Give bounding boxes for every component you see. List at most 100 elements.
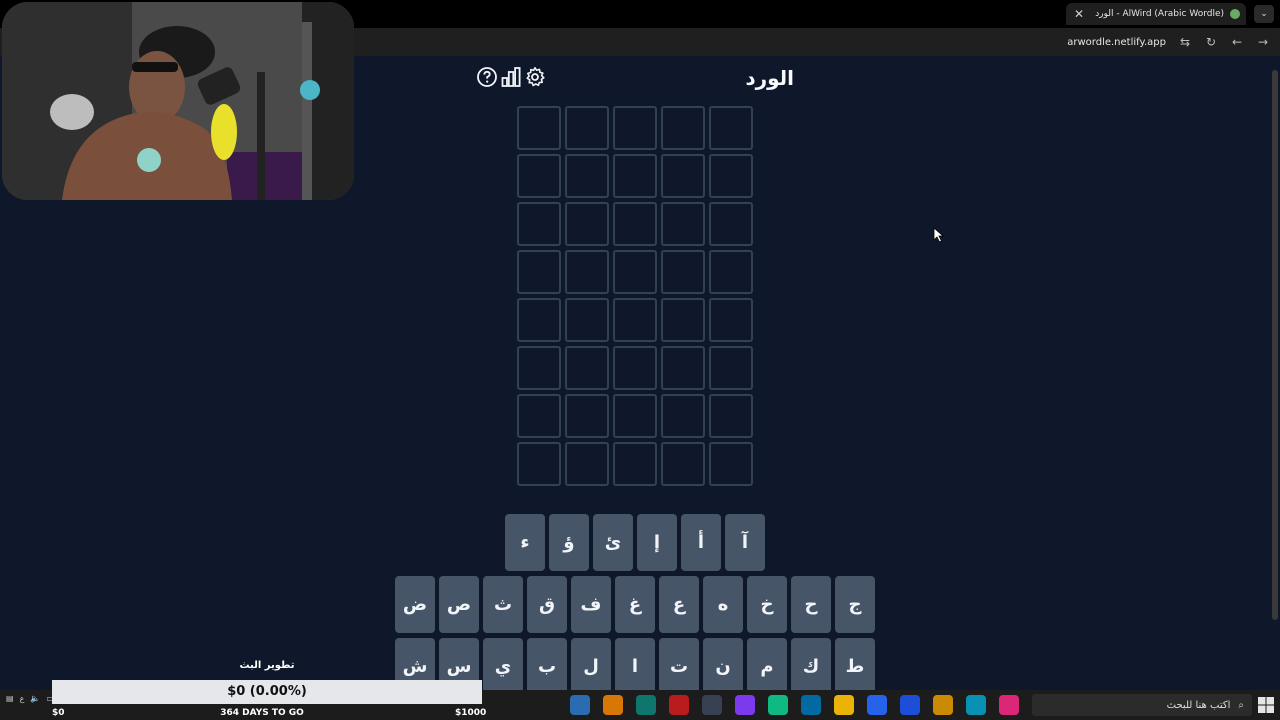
notification-icon[interactable]: ▤ — [6, 694, 14, 703]
reload-icon[interactable]: ↻ — [1204, 35, 1218, 49]
keyboard-key[interactable]: آ — [725, 514, 765, 571]
board-tile — [613, 298, 657, 342]
donation-goal-days: 364 DAYS TO GO — [220, 708, 304, 718]
keyboard-key[interactable]: ح — [791, 576, 831, 633]
keyboard-key[interactable]: غ — [615, 576, 655, 633]
board-tile — [565, 202, 609, 246]
app-icon-5[interactable] — [702, 695, 722, 715]
site-settings-icon[interactable]: ⇆ — [1178, 35, 1192, 49]
board-tile — [517, 346, 561, 390]
language-indicator-icon[interactable]: ع — [20, 694, 25, 703]
board-tile — [517, 394, 561, 438]
board-tile — [661, 298, 705, 342]
search-icon: ⌕ — [1238, 699, 1244, 711]
keyboard-key[interactable]: خ — [747, 576, 787, 633]
edge-icon[interactable] — [966, 695, 986, 715]
board-tile — [709, 346, 753, 390]
keyboard-key[interactable]: ن — [703, 638, 743, 695]
taskbar-apps — [570, 695, 1052, 715]
settings-gear-icon[interactable] — [524, 66, 546, 88]
file-explorer-icon[interactable] — [933, 695, 953, 715]
keyboard-key[interactable]: ئ — [593, 514, 633, 571]
tab-title: الورد - AlWird (Arabic Wordle) — [1095, 9, 1224, 19]
keyboard-key[interactable]: ف — [571, 576, 611, 633]
keyboard-key[interactable]: ب — [527, 638, 567, 695]
board-tile — [661, 154, 705, 198]
donation-goal-label: تطوير البث — [239, 660, 295, 671]
board-tile — [661, 106, 705, 150]
mouse-cursor-icon — [933, 227, 945, 243]
board-tile — [613, 250, 657, 294]
app-icon-7[interactable] — [768, 695, 788, 715]
keyboard-key[interactable]: ق — [527, 576, 567, 633]
volume-icon[interactable]: 🔈 — [30, 694, 40, 703]
steam-icon[interactable] — [801, 695, 821, 715]
board-tile — [565, 106, 609, 150]
keyboard-key[interactable]: ض — [395, 576, 435, 633]
help-icon[interactable] — [476, 66, 498, 88]
board-tile — [661, 250, 705, 294]
donation-goal-bar: $0 (0.00%) — [52, 680, 482, 704]
keyboard-key[interactable]: ت — [659, 638, 699, 695]
keyboard-key[interactable]: ك — [791, 638, 831, 695]
url-text[interactable]: arwordle.netlify.app — [1067, 37, 1166, 48]
tab-favicon-icon — [1230, 9, 1240, 19]
app-icon-1[interactable] — [570, 695, 590, 715]
keyboard-key[interactable]: ط — [835, 638, 875, 695]
taskbar-search-box[interactable]: اكتب هنا للبحث ⌕ — [1032, 694, 1252, 716]
board-tile — [709, 154, 753, 198]
keyboard-key[interactable]: م — [747, 638, 787, 695]
keyboard-row-2: جحخهعغفقثصض — [395, 576, 875, 633]
keyboard-key[interactable]: ج — [835, 576, 875, 633]
keyboard-key[interactable]: ي — [483, 638, 523, 695]
statistics-icon[interactable] — [500, 66, 522, 88]
board-tile — [517, 202, 561, 246]
keyboard-key[interactable]: ا — [615, 638, 655, 695]
windows-start-icon[interactable] — [1256, 695, 1276, 715]
forward-arrow-icon[interactable]: → — [1256, 35, 1270, 49]
keyboard-row-1: آأإئؤء — [505, 514, 765, 571]
board-tile — [565, 250, 609, 294]
board-tile — [709, 298, 753, 342]
keyboard-key[interactable]: أ — [681, 514, 721, 571]
tab-close-button[interactable]: ✕ — [1072, 7, 1086, 21]
board-tile — [613, 346, 657, 390]
browser-tab[interactable]: ✕ الورد - AlWird (Arabic Wordle) — [1066, 3, 1246, 25]
keyboard-key[interactable]: ع — [659, 576, 699, 633]
tab-search-button[interactable]: ⌄ — [1254, 5, 1274, 23]
keyboard-key[interactable]: ؤ — [549, 514, 589, 571]
board-tile — [517, 298, 561, 342]
back-arrow-icon[interactable]: ← — [1230, 35, 1244, 49]
keyboard-key[interactable]: ص — [439, 576, 479, 633]
board-tile — [709, 250, 753, 294]
board-tile — [709, 442, 753, 486]
board-tile — [517, 154, 561, 198]
board-tile — [709, 394, 753, 438]
page-scrollbar[interactable] — [1272, 70, 1278, 620]
chrome-icon[interactable] — [834, 695, 854, 715]
keyboard-key[interactable]: ل — [571, 638, 611, 695]
keyboard-key[interactable]: ث — [483, 576, 523, 633]
board-tile — [709, 106, 753, 150]
board-tile — [517, 250, 561, 294]
streamer-webcam-image — [2, 2, 354, 200]
app-icon-3[interactable] — [636, 695, 656, 715]
board-tile — [517, 106, 561, 150]
webcam-overlay — [2, 2, 354, 200]
donation-goal-max: $1000 — [455, 708, 487, 718]
keyboard-key[interactable]: إ — [637, 514, 677, 571]
board-tile — [661, 394, 705, 438]
app-icon-2[interactable] — [603, 695, 623, 715]
game-board — [517, 106, 753, 486]
keyboard-key[interactable]: ه — [703, 576, 743, 633]
keyboard-key[interactable]: ء — [505, 514, 545, 571]
store-icon[interactable] — [900, 695, 920, 715]
board-tile — [661, 202, 705, 246]
copilot-icon[interactable] — [999, 695, 1019, 715]
outlook-icon[interactable] — [867, 695, 887, 715]
app-icon-6[interactable] — [735, 695, 755, 715]
app-icon-4[interactable] — [669, 695, 689, 715]
board-tile — [565, 442, 609, 486]
board-tile — [613, 442, 657, 486]
game-header: الورد — [476, 64, 804, 92]
